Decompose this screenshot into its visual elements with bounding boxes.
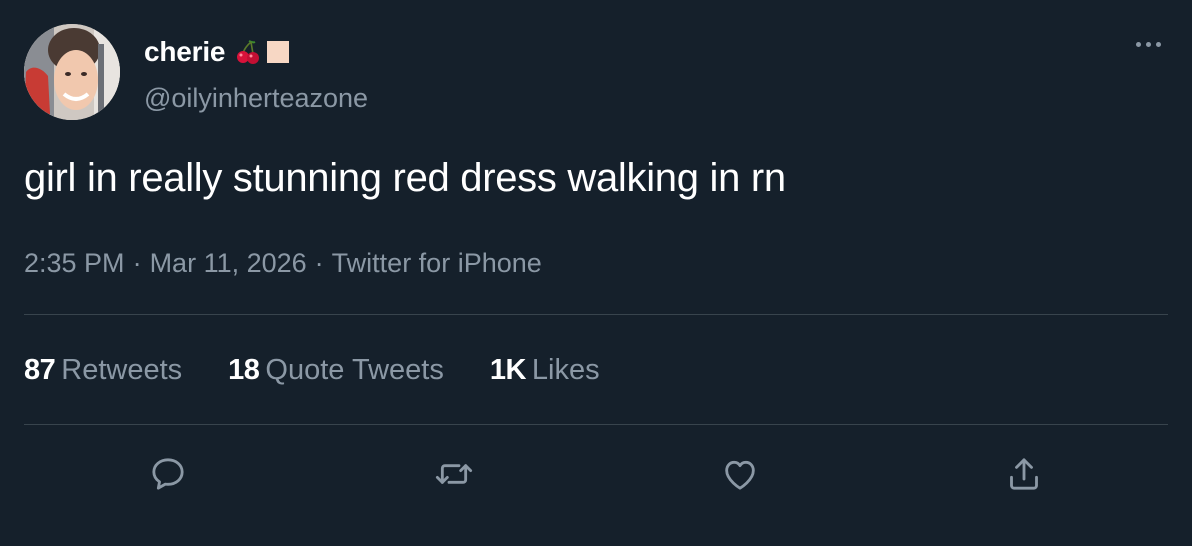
tweet-detail: cherie @oilyinherteazone girl in really … xyxy=(0,0,1192,546)
retweets-label: Retweets xyxy=(61,354,183,386)
tweet-date[interactable]: Mar 11, 2026 xyxy=(150,248,307,278)
cherries-icon xyxy=(237,40,260,64)
like-button[interactable] xyxy=(718,452,762,496)
more-dot xyxy=(1135,41,1141,47)
tweet-text: girl in really stunning red dress walkin… xyxy=(24,156,786,200)
reply-icon xyxy=(152,458,184,490)
likes-count: 1K xyxy=(489,354,527,386)
quote-tweets-stat[interactable]: 18 Quote Tweets xyxy=(228,354,444,387)
display-name-text: cherie xyxy=(144,36,226,67)
display-name[interactable]: cherie xyxy=(144,36,291,68)
more-dot xyxy=(1145,41,1151,47)
meta-separator: · xyxy=(132,248,142,278)
likes-stat[interactable]: 1K Likes xyxy=(490,354,600,387)
tweet-time[interactable]: 2:35 PM xyxy=(24,248,125,278)
retweets-stat[interactable]: 87 Retweets xyxy=(24,354,182,387)
heart-icon xyxy=(725,460,755,490)
divider xyxy=(24,424,1168,425)
reply-button[interactable] xyxy=(146,452,190,496)
avatar-image xyxy=(24,24,120,120)
divider xyxy=(24,314,1168,315)
more-dot xyxy=(1155,41,1161,47)
avatar[interactable] xyxy=(24,24,120,120)
tweet-stats: 87 Retweets 18 Quote Tweets 1K Likes xyxy=(24,354,600,387)
retweets-count: 87 xyxy=(24,354,56,386)
tweet-source[interactable]: Twitter for iPhone xyxy=(332,248,542,278)
quote-tweets-label: Quote Tweets xyxy=(265,354,444,386)
share-icon xyxy=(1010,458,1038,490)
likes-label: Likes xyxy=(531,354,600,386)
tweet-meta: 2:35 PM · Mar 11, 2026 · Twitter for iPhone xyxy=(24,248,542,279)
meta-separator: · xyxy=(314,248,324,278)
quote-tweets-count: 18 xyxy=(228,354,260,386)
more-horizontal-icon[interactable] xyxy=(1128,30,1168,58)
name-emojis xyxy=(235,39,291,65)
skin-tone-square-icon xyxy=(267,41,290,63)
retweet-button[interactable] xyxy=(432,452,476,496)
user-handle[interactable]: @oilyinherteazone xyxy=(144,83,368,114)
share-button[interactable] xyxy=(1002,452,1046,496)
retweet-icon xyxy=(435,464,473,484)
